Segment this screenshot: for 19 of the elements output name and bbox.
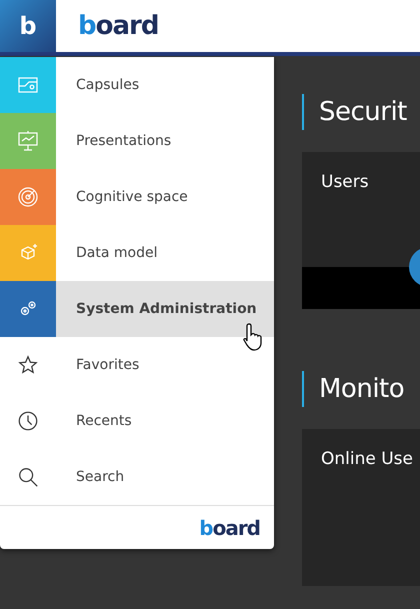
presentation-board-icon: [16, 129, 40, 153]
card-title: Online Use: [320, 448, 414, 469]
menu-item[interactable]: Search: [0, 449, 274, 505]
clock-icon: [17, 410, 39, 432]
menu-item[interactable]: Favorites: [0, 337, 274, 393]
menu-item[interactable]: Capsules: [0, 57, 274, 113]
menu-item[interactable]: Cognitive space: [0, 169, 274, 225]
search-icon: [17, 466, 39, 488]
card-title: Users: [320, 171, 370, 192]
menu-item[interactable]: System Administration: [0, 281, 274, 337]
section-title: Monito: [302, 371, 420, 407]
menu-item[interactable]: Recents: [0, 393, 274, 449]
star-icon: [17, 354, 39, 376]
brand-logo: board: [199, 518, 260, 538]
radar-icon: [16, 185, 40, 209]
menu-item[interactable]: Data model: [0, 225, 274, 281]
menu-item[interactable]: Presentations: [0, 113, 274, 169]
app-mark[interactable]: b: [0, 0, 56, 52]
section-title: Securit: [302, 94, 420, 130]
